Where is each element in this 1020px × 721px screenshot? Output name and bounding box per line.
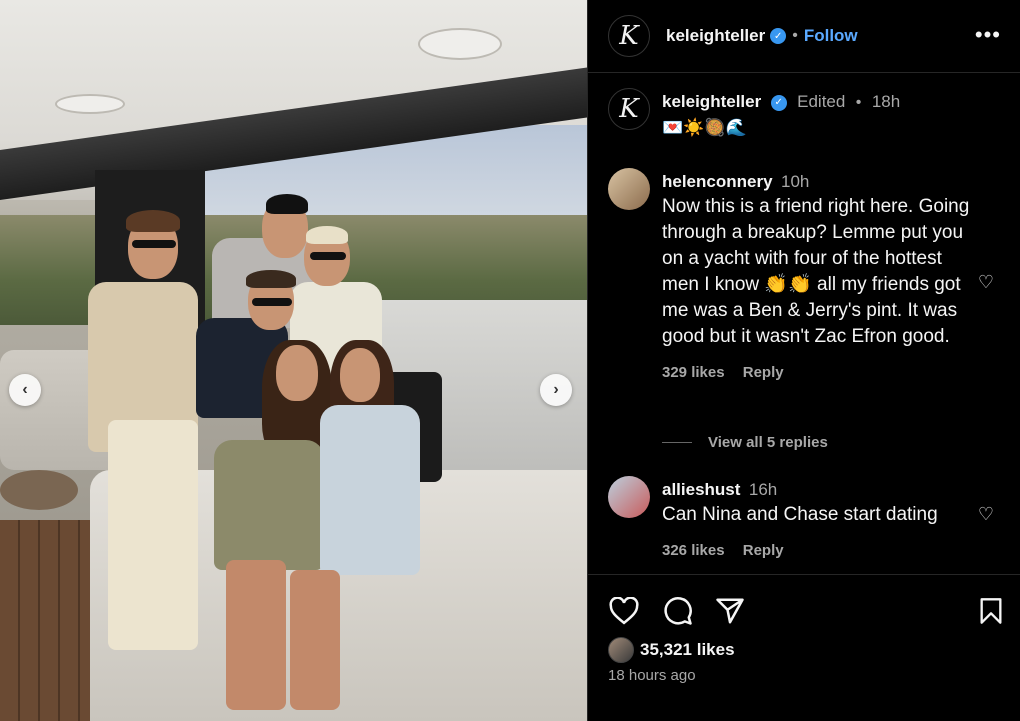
comment-time: 16h bbox=[748, 480, 778, 499]
follow-button[interactable]: Follow bbox=[804, 26, 858, 46]
edited-label: Edited bbox=[797, 92, 846, 111]
commenter-avatar[interactable] bbox=[608, 168, 650, 210]
like-comment-icon[interactable]: ♡ bbox=[978, 272, 994, 293]
comment-text: Now this is a friend right here. Going t… bbox=[662, 196, 970, 347]
comment-username[interactable]: helenconnery bbox=[662, 172, 773, 191]
caption-time: 18h bbox=[871, 92, 901, 111]
post-header: K keleighteller ✓ • Follow ••• bbox=[588, 0, 1020, 73]
divider-line bbox=[662, 442, 692, 443]
more-options-icon[interactable]: ••• bbox=[975, 22, 1001, 48]
liker-avatar bbox=[608, 637, 634, 663]
next-photo-button[interactable]: › bbox=[540, 374, 572, 406]
header-username[interactable]: keleighteller bbox=[666, 26, 765, 46]
like-comment-icon[interactable]: ♡ bbox=[978, 504, 994, 525]
paper-plane-icon[interactable] bbox=[714, 595, 746, 627]
previous-photo-button[interactable]: ‹ bbox=[9, 374, 41, 406]
side-table bbox=[0, 470, 78, 510]
post-actions: 35,321 likes 18 hours ago bbox=[588, 574, 1020, 721]
comments-section: K keleighteller ✓ Edited • 18h 💌☀️🥘🌊 hel… bbox=[588, 74, 1020, 574]
likes-count[interactable]: 35,321 likes bbox=[640, 640, 735, 660]
avatar[interactable]: K bbox=[608, 15, 650, 57]
reply-button[interactable]: Reply bbox=[743, 542, 784, 559]
comment-text: Can Nina and Chase start dating bbox=[662, 504, 938, 525]
reply-button[interactable]: Reply bbox=[743, 364, 784, 381]
post-photo: ‹ › bbox=[0, 0, 587, 721]
caption-text: 💌☀️🥘🌊 bbox=[662, 118, 747, 137]
comment-likes[interactable]: 326 likes bbox=[662, 542, 725, 559]
ceiling-light bbox=[418, 28, 502, 60]
separator-dot: • bbox=[855, 94, 862, 111]
separator-dot: • bbox=[792, 27, 798, 44]
comment-likes[interactable]: 329 likes bbox=[662, 364, 725, 381]
view-replies-label[interactable]: View all 5 replies bbox=[708, 434, 828, 451]
caption-username[interactable]: keleighteller bbox=[662, 92, 761, 111]
bookmark-icon[interactable] bbox=[975, 595, 1007, 627]
comment-username[interactable]: allieshust bbox=[662, 480, 740, 499]
verified-badge-icon: ✓ bbox=[770, 94, 787, 111]
post-panel: K keleighteller ✓ • Follow ••• K keleigh… bbox=[587, 0, 1020, 721]
comment-bubble-icon[interactable] bbox=[662, 595, 694, 627]
comment-time: 10h bbox=[781, 172, 810, 191]
likes-summary[interactable]: 35,321 likes bbox=[608, 637, 735, 663]
ceiling-light bbox=[55, 94, 125, 114]
caption-avatar[interactable]: K bbox=[608, 88, 650, 130]
commenter-avatar[interactable] bbox=[608, 476, 650, 518]
view-replies-button[interactable]: View all 5 replies bbox=[662, 434, 828, 451]
comment-item: allieshust 16h Can Nina and Chase start … bbox=[608, 476, 1008, 566]
heart-outline-icon[interactable] bbox=[608, 595, 640, 627]
comment-item: helenconnery 10h Now this is a friend ri… bbox=[608, 168, 1008, 428]
post-time: 18 hours ago bbox=[608, 667, 696, 684]
verified-badge-icon: ✓ bbox=[770, 28, 787, 44]
